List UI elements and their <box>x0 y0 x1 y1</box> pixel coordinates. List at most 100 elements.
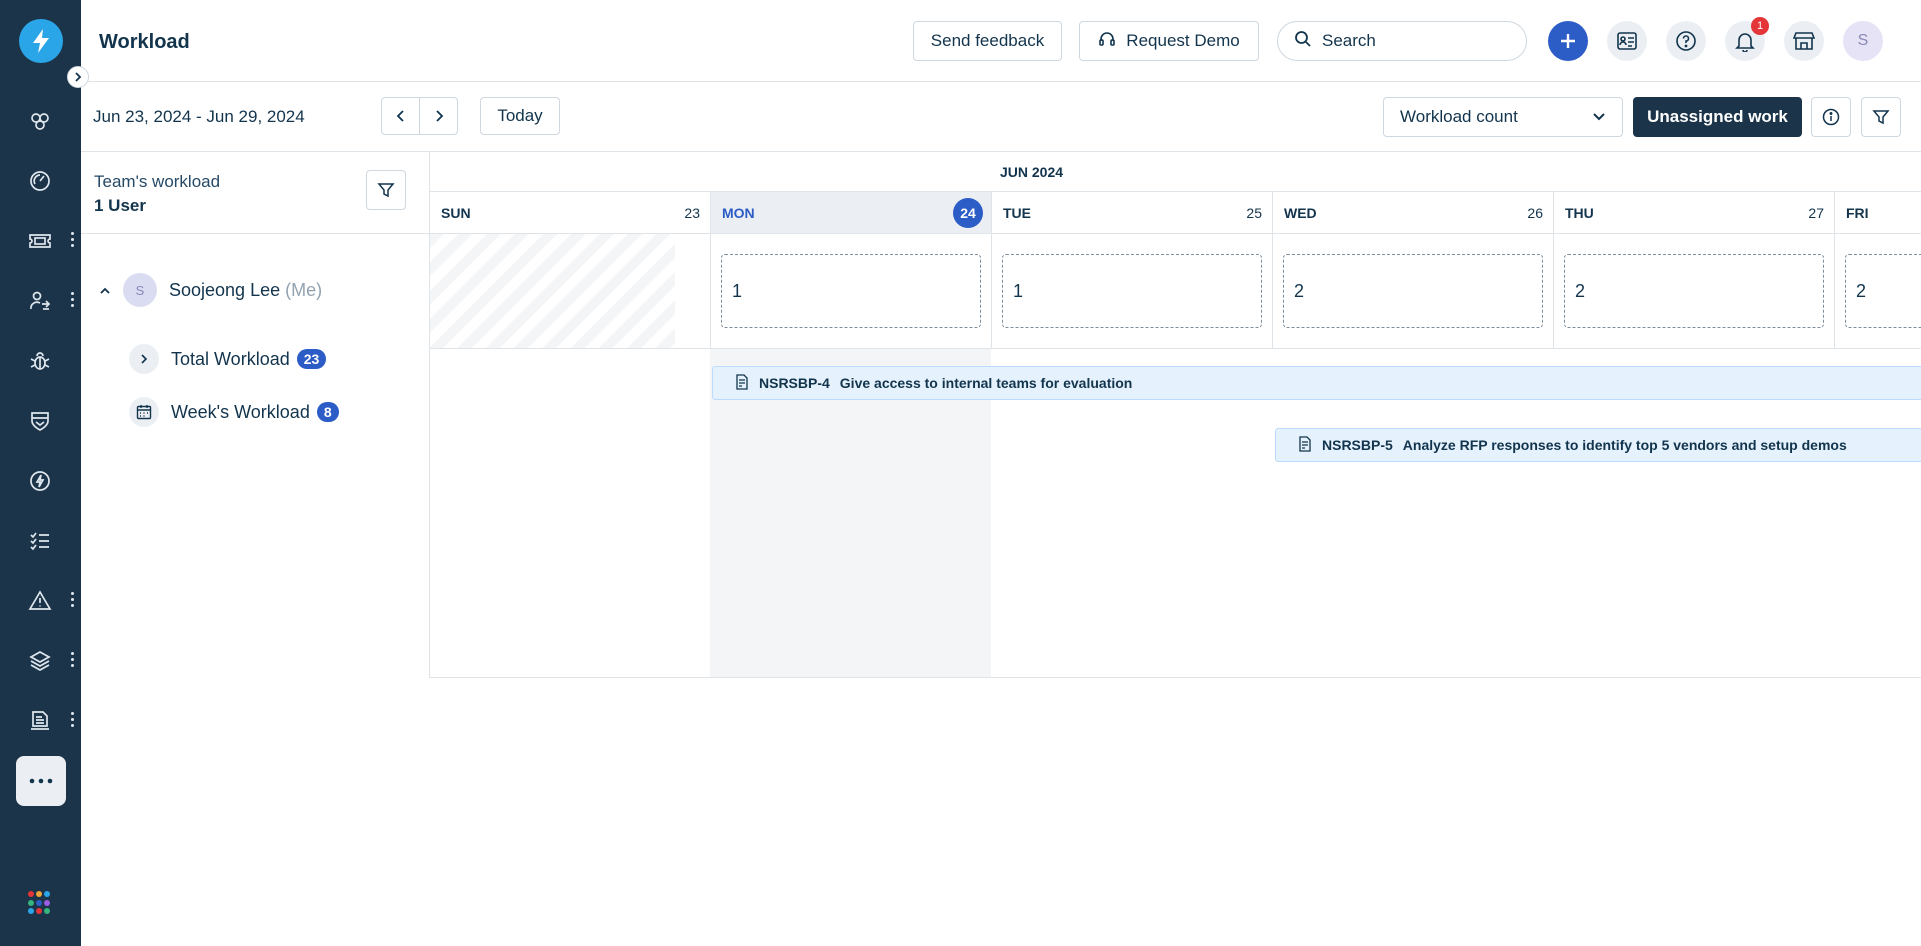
workload-count-box[interactable]: 2 <box>1283 254 1543 328</box>
app-switcher-grid-icon[interactable] <box>28 891 52 915</box>
day-name: SUN <box>441 205 471 221</box>
week-workload-row[interactable]: Week's Workload 8 <box>129 397 339 427</box>
workload-view-select[interactable]: Workload count <box>1383 97 1623 137</box>
previous-week-button[interactable] <box>381 97 420 135</box>
day-name: THU <box>1565 205 1594 221</box>
nav-problems-bug-icon[interactable] <box>16 337 64 385</box>
workload-calendar: JUN 2024 SUN 23 MON 24 TUE 25 WED 26 THU… <box>430 152 1921 678</box>
month-header: JUN 2024 <box>430 152 1921 192</box>
marketplace-store-icon[interactable] <box>1784 21 1824 61</box>
nav-alerts-warning-icon[interactable] <box>16 577 64 625</box>
task-bar[interactable]: NSRSBP-5 Analyze RFP responses to identi… <box>1275 428 1921 462</box>
nav-changes-menu-icon[interactable] <box>69 292 75 310</box>
agent-status-card-icon[interactable] <box>1607 21 1647 61</box>
help-question-icon[interactable] <box>1666 21 1706 61</box>
day-cell-mon: 1 <box>711 234 992 349</box>
team-user-count: 1 User <box>94 196 146 215</box>
user-name: Soojeong Lee <box>169 279 281 300</box>
chevron-left-icon <box>396 110 404 122</box>
nav-solutions-menu-icon[interactable] <box>69 712 75 730</box>
info-icon[interactable] <box>1811 97 1851 137</box>
send-feedback-button[interactable]: Send feedback <box>913 21 1062 61</box>
create-new-plus-icon[interactable] <box>1548 21 1588 61</box>
day-name: WED <box>1284 205 1317 221</box>
day-date: 23 <box>684 205 700 221</box>
non-working-day-hatch <box>430 234 675 348</box>
filter-funnel-icon[interactable] <box>1861 97 1901 137</box>
search-icon <box>1294 30 1312 53</box>
nav-analytics-icon[interactable] <box>16 157 64 205</box>
user-name-wrap: Soojeong Lee (Me) <box>169 280 322 301</box>
user-avatar-small: S <box>123 273 157 307</box>
nav-changes-icon[interactable] <box>16 277 64 325</box>
nav-solutions-document-icon[interactable] <box>16 697 64 745</box>
user-avatar[interactable]: S <box>1843 21 1883 61</box>
day-date-today: 24 <box>953 198 983 228</box>
nav-alerts-menu-icon[interactable] <box>69 592 75 610</box>
month-label: JUN 2024 <box>1000 164 1064 180</box>
task-document-icon <box>735 373 749 393</box>
day-header-sun: SUN 23 <box>430 192 711 234</box>
expand-chevron-right-icon[interactable] <box>129 344 159 374</box>
day-header-mon: MON 24 <box>711 192 992 234</box>
team-workload-title: Team's workload <box>94 172 221 191</box>
day-date: 27 <box>1808 205 1824 221</box>
search-input[interactable]: Search <box>1277 21 1527 61</box>
user-me-tag: (Me) <box>285 279 323 300</box>
day-header-tue: TUE 25 <box>992 192 1273 234</box>
workload-count-box[interactable]: 1 <box>1002 254 1262 328</box>
workload-count-box[interactable]: 1 <box>721 254 981 328</box>
nav-tickets-menu-icon[interactable] <box>69 232 75 250</box>
expand-nav-chevron-icon[interactable] <box>67 66 89 88</box>
headset-icon <box>1098 30 1116 53</box>
page-title: Workload <box>99 31 190 53</box>
task-id: NSRSBP-4 <box>759 375 830 391</box>
send-feedback-label: Send feedback <box>930 31 1045 50</box>
left-nav-rail <box>0 0 81 946</box>
calendar-icon <box>129 397 159 427</box>
nav-assets-menu-icon[interactable] <box>69 652 75 670</box>
day-cell-sun <box>430 234 711 349</box>
day-cell-thu: 2 <box>1554 234 1835 349</box>
day-cell-tue: 1 <box>992 234 1273 349</box>
total-workload-label: Total Workload <box>171 348 290 369</box>
day-header-fri: FRI <box>1835 192 1921 234</box>
nav-more-ellipsis-icon[interactable] <box>16 756 66 806</box>
workload-count-box[interactable]: 2 <box>1564 254 1824 328</box>
nav-tasks-list-icon[interactable] <box>16 517 64 565</box>
chevron-down-icon <box>1592 107 1606 127</box>
nav-dashboard-icon[interactable] <box>16 97 64 145</box>
day-date: 25 <box>1246 205 1262 221</box>
nav-tickets-icon[interactable] <box>16 217 64 265</box>
team-filter-funnel-icon[interactable] <box>366 170 406 210</box>
search-placeholder: Search <box>1322 31 1376 50</box>
day-name: FRI <box>1846 205 1869 221</box>
today-button[interactable]: Today <box>480 97 560 135</box>
task-title: Analyze RFP responses to identify top 5 … <box>1402 437 1847 453</box>
week-workload-label: Week's Workload <box>171 401 310 422</box>
top-header: Workload Send feedback Request Demo Sear… <box>81 0 1921 82</box>
task-bar[interactable]: NSRSBP-4 Give access to internal teams f… <box>712 366 1921 400</box>
total-workload-row[interactable]: Total Workload 23 <box>129 344 327 374</box>
unassigned-work-button[interactable]: Unassigned work <box>1633 97 1802 137</box>
freshservice-logo-icon[interactable] <box>19 19 63 63</box>
nav-assets-layers-icon[interactable] <box>16 637 64 685</box>
task-title: Give access to internal teams for evalua… <box>839 375 1133 391</box>
user-row[interactable]: S Soojeong Lee (Me) <box>99 273 322 307</box>
task-document-icon <box>1298 435 1312 455</box>
day-date: 26 <box>1527 205 1543 221</box>
day-cell-wed: 2 <box>1273 234 1554 349</box>
day-header-thu: THU 27 <box>1554 192 1835 234</box>
request-demo-label: Request Demo <box>1126 31 1240 50</box>
day-header-wed: WED 26 <box>1273 192 1554 234</box>
chevron-right-icon <box>435 110 443 122</box>
workload-count-box[interactable]: 2 <box>1845 254 1921 328</box>
workload-view-value: Workload count <box>1400 107 1518 126</box>
request-demo-button[interactable]: Request Demo <box>1079 21 1259 61</box>
team-workload-header: Team's workload 1 User <box>81 152 429 234</box>
nav-security-shield-icon[interactable] <box>16 397 64 445</box>
collapse-chevron-up-icon[interactable] <box>99 280 111 301</box>
notifications-bell-icon[interactable]: 1 <box>1725 17 1769 61</box>
nav-automations-bolt-icon[interactable] <box>16 457 64 505</box>
next-week-button[interactable] <box>419 97 458 135</box>
